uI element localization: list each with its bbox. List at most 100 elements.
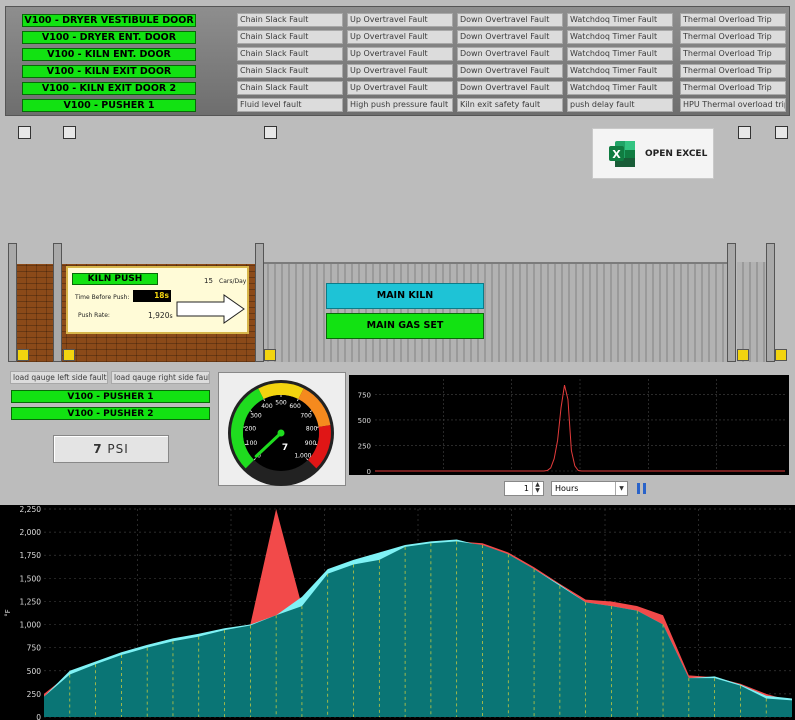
- trend-period-value: Hours: [555, 484, 579, 493]
- fault-indicator: Down Overtravel Fault: [457, 81, 563, 95]
- door-button-kiln-exit-2[interactable]: V100 - KILN EXIT DOOR 2: [22, 82, 196, 95]
- push-rate-value: 1,920s: [148, 311, 173, 320]
- open-excel-button[interactable]: X OPEN EXCEL: [592, 128, 714, 179]
- fault-indicator: High push pressure fault: [347, 98, 453, 112]
- gauge-readout: 7: [282, 443, 288, 453]
- time-before-push-label: Time Before Push:: [75, 294, 130, 301]
- gauge-tick-label: 900: [305, 440, 317, 447]
- gauge-tick-label: 300: [250, 412, 262, 419]
- gauge-tick-label: 100: [246, 440, 258, 447]
- push-direction-arrow-icon: [176, 294, 245, 324]
- profile-y-tick-label: 0: [36, 713, 41, 720]
- trend-period-select[interactable]: Hours ▼: [551, 481, 628, 496]
- kiln-push-button[interactable]: KILN PUSH: [72, 273, 158, 285]
- gauge-tick-label: 400: [261, 403, 273, 410]
- fault-indicator: Watchdoq Timer Fault: [567, 81, 673, 95]
- gauge-tick-label: 500: [275, 400, 287, 407]
- profile-y-tick-label: 250: [27, 690, 42, 699]
- push-pressure-trend-chart: 0 250 500 750: [349, 375, 789, 476]
- chevron-down-icon[interactable]: ▼: [615, 482, 627, 495]
- time-before-push-value: 18s: [133, 290, 171, 302]
- checkbox[interactable]: [738, 126, 751, 139]
- fault-indicator: Up Overtravel Fault: [347, 47, 453, 61]
- profile-y-axis-label: °F: [4, 609, 12, 617]
- kiln-push-panel: KILN PUSH 15 Cars/Day Time Before Push: …: [66, 266, 249, 334]
- pressure-readout: 7 PSI: [53, 435, 169, 463]
- gauge-tick-label: 1,000: [294, 452, 311, 459]
- fault-indicator: Up Overtravel Fault: [347, 64, 453, 78]
- door-button-dryer-ent[interactable]: V100 - DRYER ENT. DOOR: [22, 31, 196, 44]
- fault-indicator: Watchdoq Timer Fault: [567, 64, 673, 78]
- pause-trend-icon[interactable]: [635, 482, 648, 495]
- fault-indicator: Thermal Overload Trip: [680, 13, 786, 27]
- fault-indicator: Thermal Overload Trip: [680, 47, 786, 61]
- fault-indicator: Up Overtravel Fault: [347, 30, 453, 44]
- profile-y-tick-label: 1,750: [20, 551, 42, 560]
- fault-indicator: Watchdoq Timer Fault: [567, 47, 673, 61]
- kiln-hmi-screen: V100 - DRYER VESTIBULE DOOR V100 - DRYER…: [0, 0, 795, 720]
- svg-text:X: X: [612, 148, 621, 161]
- profile-series-teal: [44, 541, 792, 717]
- fault-indicator: Thermal Overload Trip: [680, 81, 786, 95]
- excel-icon: X: [609, 140, 635, 167]
- fault-indicator: push delay fault: [567, 98, 673, 112]
- checkbox[interactable]: [775, 126, 788, 139]
- load-gauge-left-fault: load qauge left side fault: [10, 371, 108, 384]
- trend-period-count-stepper[interactable]: 1 ▲ ▼: [504, 481, 544, 496]
- trend-y-tick-label: 500: [358, 417, 371, 425]
- pusher-1-button[interactable]: V100 - PUSHER 1: [11, 390, 210, 403]
- fault-indicator: Down Overtravel Fault: [457, 13, 563, 27]
- door-button-kiln-ent[interactable]: V100 - KILN ENT. DOOR: [22, 48, 196, 61]
- fault-indicator: Watchdoq Timer Fault: [567, 13, 673, 27]
- fault-indicator: HPU Thermal overload trip: [680, 98, 786, 112]
- gauge-tick-label: 700: [300, 412, 312, 419]
- temperature-profile-chart: 0 250 500 750 1,000 1,250 1,500 1,750 2,000 2,250…: [0, 505, 795, 720]
- fault-indicator: Down Overtravel Fault: [457, 64, 563, 78]
- profile-y-tick-label: 500: [27, 667, 42, 676]
- fault-panel: V100 - DRYER VESTIBULE DOOR V100 - DRYER…: [5, 6, 790, 116]
- trend-count-value: 1: [523, 484, 529, 493]
- door-post: [53, 243, 62, 362]
- trend-y-tick-label: 0: [367, 468, 371, 475]
- kiln-body: [262, 262, 732, 362]
- fault-indicator: Kiln exit safety fault: [457, 98, 563, 112]
- checkbox[interactable]: [18, 126, 31, 139]
- cars-per-day-unit: Cars/Day: [219, 278, 247, 285]
- fault-indicator: Chain Slack Fault: [237, 81, 343, 95]
- fault-indicator: Watchdoq Timer Fault: [567, 30, 673, 44]
- fault-indicator: Down Overtravel Fault: [457, 47, 563, 61]
- door-post: [8, 243, 17, 362]
- profile-y-tick-label: 750: [27, 644, 42, 653]
- kiln-exit-section: [737, 262, 767, 362]
- fault-indicator: Fluid level fault: [237, 98, 343, 112]
- door-button-kiln-exit[interactable]: V100 - KILN EXIT DOOR: [22, 65, 196, 78]
- pressure-unit: PSI: [107, 442, 129, 456]
- fault-indicator: Chain Slack Fault: [237, 13, 343, 27]
- push-rate-label: Push Rate:: [78, 312, 110, 319]
- door-status-indicator: [17, 349, 29, 361]
- stepper-arrows-icon[interactable]: ▲ ▼: [532, 482, 542, 495]
- fault-indicator: Thermal Overload Trip: [680, 30, 786, 44]
- pusher-2-button[interactable]: V100 - PUSHER 2: [11, 407, 210, 420]
- gauge-tick-label: 800: [306, 426, 318, 433]
- open-excel-label: OPEN EXCEL: [645, 148, 708, 159]
- profile-y-tick-label: 1,000: [20, 621, 42, 630]
- checkbox[interactable]: [63, 126, 76, 139]
- door-post: [255, 243, 264, 362]
- door-button-dryer-vestibule[interactable]: V100 - DRYER VESTIBULE DOOR: [22, 14, 196, 27]
- checkbox[interactable]: [264, 126, 277, 139]
- fault-indicator: Up Overtravel Fault: [347, 13, 453, 27]
- door-status-indicator: [737, 349, 749, 361]
- fault-indicator: Chain Slack Fault: [237, 47, 343, 61]
- trend-y-tick-label: 750: [358, 391, 371, 399]
- gauge-hub: [277, 429, 285, 437]
- door-post: [727, 243, 736, 362]
- cars-per-day-value: 15: [204, 277, 213, 285]
- profile-y-tick-label: 2,000: [20, 528, 42, 537]
- door-status-indicator: [775, 349, 787, 361]
- main-gas-set-button[interactable]: MAIN GAS SET: [326, 313, 484, 339]
- fault-indicator: Chain Slack Fault: [237, 30, 343, 44]
- door-button-pusher-1[interactable]: V100 - PUSHER 1: [22, 99, 196, 112]
- main-kiln-button[interactable]: MAIN KILN: [326, 283, 484, 309]
- door-post: [766, 243, 775, 362]
